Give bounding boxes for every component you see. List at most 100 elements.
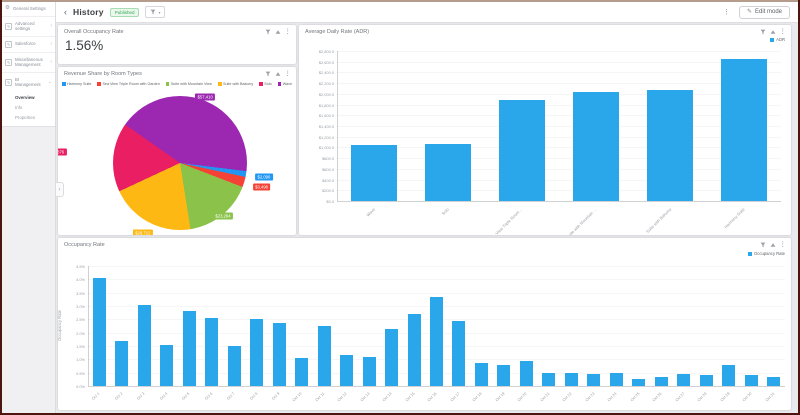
sidebar-item-salesforce[interactable]: ✎ Salesforce ›	[2, 37, 55, 53]
y-axis-line	[88, 266, 89, 386]
bar[interactable]	[295, 358, 309, 386]
bar[interactable]	[721, 59, 767, 201]
sidebar-subitem-properties[interactable]: Properties	[2, 113, 55, 123]
back-icon[interactable]: ‹	[64, 7, 67, 17]
bar[interactable]	[385, 328, 399, 386]
x-tick-label: Oct 31	[764, 391, 776, 403]
x-tick-label: Oct 29	[719, 391, 731, 403]
bar[interactable]	[160, 344, 174, 386]
bar[interactable]	[632, 379, 646, 386]
bar[interactable]	[744, 375, 758, 386]
pie-slice-label: $23,294	[212, 212, 234, 220]
bar[interactable]	[407, 314, 421, 386]
bar[interactable]	[92, 278, 106, 386]
page-header: ‹ History Published ▾ ⋮ ✎ Edit mode	[56, 2, 798, 23]
bar[interactable]	[499, 99, 545, 201]
gridline	[337, 190, 781, 191]
y-tick-label: $2,000.0	[318, 91, 334, 97]
x-tick-label: Oct 10	[292, 391, 304, 403]
legend-item[interactable]: Wave	[277, 82, 292, 86]
bar[interactable]	[115, 340, 129, 386]
sidebar-item-general-settings[interactable]: ⚙ General Settings	[2, 2, 55, 17]
status-badge: Published	[109, 7, 140, 17]
bar[interactable]	[425, 144, 471, 201]
bar[interactable]	[699, 375, 713, 386]
x-tick-label: Oct 23	[584, 391, 596, 403]
bar[interactable]	[609, 372, 623, 386]
legend-item[interactable]: Suite with Mountain View	[165, 82, 212, 86]
bar[interactable]	[362, 356, 376, 386]
y-tick-label: 0.5%	[76, 370, 85, 376]
bar[interactable]	[205, 318, 219, 386]
bar[interactable]	[587, 374, 601, 386]
bar[interactable]	[722, 364, 736, 386]
bar[interactable]	[272, 323, 286, 386]
legend-item[interactable]: Harmony Suite	[62, 82, 91, 86]
x-tick-label: Oct 19	[494, 391, 506, 403]
legend-item[interactable]: Solo	[259, 82, 272, 86]
gridline	[337, 51, 781, 52]
bar[interactable]	[647, 90, 693, 201]
legend-label: Harmony Suite	[67, 82, 92, 86]
bar[interactable]	[767, 376, 781, 386]
sidebar-subitem-info[interactable]: Info	[2, 103, 55, 113]
kebab-icon[interactable]: ⋮	[285, 70, 292, 78]
gridline	[88, 266, 785, 267]
bar[interactable]	[654, 376, 668, 386]
x-tick-label: Sea View Triple Room…	[488, 206, 524, 235]
legend-swatch	[277, 82, 282, 86]
legend-swatch	[62, 82, 66, 86]
kebab-icon[interactable]: ⋮	[720, 8, 733, 16]
edit-mode-button[interactable]: ✎ Edit mode	[738, 5, 790, 19]
sidebar-item-label: BI Management	[15, 76, 41, 88]
legend-label: Solo	[264, 82, 272, 86]
y-tick-label: 2.5%	[76, 317, 85, 323]
bar[interactable]	[250, 319, 264, 386]
x-tick-label: Oct 20	[517, 391, 528, 403]
y-tick-label: $400.0	[322, 177, 334, 183]
funnel-icon[interactable]	[265, 29, 271, 35]
bar[interactable]	[542, 372, 556, 386]
sidebar-item-advanced-settings[interactable]: ✎ Advanced settings ›	[2, 17, 55, 37]
y-tick-label: 2.0%	[76, 330, 85, 336]
filter-button[interactable]: ▾	[145, 6, 166, 18]
bar[interactable]	[564, 372, 578, 386]
bar[interactable]	[317, 326, 331, 386]
bar[interactable]	[519, 360, 533, 386]
sidebar-collapse-tab[interactable]: ‹	[56, 182, 64, 197]
x-tick-label: Oct 2	[113, 391, 124, 401]
bar[interactable]	[227, 346, 241, 386]
bar[interactable]	[137, 304, 151, 386]
x-tick-label: Suite with Mountain …	[565, 206, 598, 235]
sidebar-subitem-overview[interactable]: Overview	[2, 93, 55, 103]
gridline	[88, 293, 785, 294]
bar[interactable]	[452, 320, 466, 386]
pie-circle[interactable]	[113, 96, 247, 230]
funnel-icon	[151, 9, 156, 15]
kebab-icon[interactable]: ⋮	[285, 28, 292, 36]
export-icon[interactable]	[275, 29, 281, 35]
pie-slice-label: $2,090	[255, 173, 273, 181]
card-occupancy-rate: Occupancy Rate ⋮ Occupancy Rate Occupanc…	[58, 238, 791, 410]
bar[interactable]	[677, 374, 691, 386]
sidebar-item-bi-management[interactable]: ✎ BI Management ⌄	[2, 73, 55, 92]
export-icon[interactable]	[275, 71, 281, 77]
funnel-icon[interactable]	[265, 71, 271, 77]
page-title: History	[73, 7, 104, 17]
x-tick-label: Oct 4	[158, 391, 169, 401]
bar[interactable]	[474, 363, 488, 386]
bar[interactable]	[430, 296, 443, 386]
bar[interactable]	[573, 92, 619, 201]
x-tick-label: Oct 17	[449, 391, 461, 403]
card-average-daily-rate: Average Daily Rate (ADR) ⋮ ADR ADR $0.0$…	[299, 25, 791, 235]
pie-slice-label: $3,498	[252, 183, 271, 191]
x-tick-label: Oct 14	[382, 391, 393, 403]
bar[interactable]	[351, 144, 397, 201]
bar[interactable]	[340, 355, 354, 386]
bar[interactable]	[497, 364, 511, 386]
legend-item[interactable]: Suite with Balcony	[218, 82, 253, 86]
sidebar-item-miscellaneous-management[interactable]: ✎ Miscellaneous Management ›	[2, 53, 55, 73]
legend-item[interactable]: Sea View Triple Room with Garden	[97, 82, 160, 86]
bar[interactable]	[182, 311, 196, 386]
gridline	[337, 83, 781, 84]
